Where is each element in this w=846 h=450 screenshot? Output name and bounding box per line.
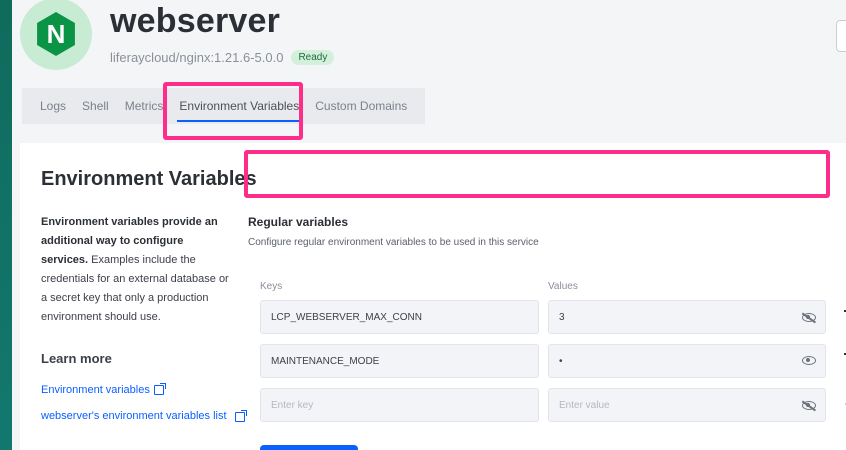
env-vars-docs-link[interactable]: Environment variables	[41, 383, 166, 396]
header-action-button[interactable]	[836, 20, 846, 52]
values-column-label: Values	[548, 281, 578, 292]
service-page: N webserver liferaycloud/nginx:1.21.6-5.…	[12, 0, 846, 450]
external-link-icon	[235, 410, 247, 422]
section-title: Environment Variables	[41, 168, 257, 190]
new-value-input[interactable]: Enter value	[548, 388, 826, 422]
tab-custom-domains[interactable]: Custom Domains	[307, 88, 415, 124]
env-vars-card: Environment Variables Environment variab…	[20, 143, 846, 450]
service-env-vars-list-link[interactable]: webserver's environment variables list	[41, 407, 247, 425]
nginx-logo-icon: N	[37, 12, 75, 56]
new-key-input[interactable]: Enter key	[260, 388, 539, 422]
save-button[interactable]	[260, 445, 358, 450]
env-key-field[interactable]: LCP_WEBSERVER_MAX_CONN	[260, 300, 539, 334]
keys-column-label: Keys	[260, 281, 283, 292]
tab-metrics[interactable]: Metrics	[117, 88, 172, 124]
env-value-field[interactable]: 3	[548, 300, 826, 334]
env-value-field[interactable]: •	[548, 344, 826, 378]
page-title: webserver	[110, 2, 281, 40]
service-image: liferaycloud/nginx:1.21.6-5.0.0	[110, 50, 284, 65]
tab-logs[interactable]: Logs	[32, 88, 74, 124]
external-link-icon	[153, 383, 166, 396]
learn-more-heading: Learn more	[41, 351, 112, 366]
service-logo: N	[20, 0, 92, 70]
tab-shell[interactable]: Shell	[74, 88, 117, 124]
tab-bar: Logs Shell Metrics Environment Variables…	[22, 88, 426, 124]
env-key-field[interactable]: MAINTENANCE_MODE	[260, 344, 539, 378]
eye-icon[interactable]	[802, 356, 816, 365]
status-badge: Ready	[291, 50, 335, 65]
eye-off-icon[interactable]	[802, 313, 816, 322]
tab-environment-variables[interactable]: Environment Variables	[171, 88, 307, 124]
regular-variables-title: Regular variables	[248, 215, 349, 229]
service-image-line: liferaycloud/nginx:1.21.6-5.0.0 Ready	[110, 50, 335, 65]
eye-off-icon[interactable]	[802, 401, 816, 410]
section-description: Environment variables provide an additio…	[41, 213, 231, 327]
regular-variables-subtitle: Configure regular environment variables …	[248, 237, 539, 248]
